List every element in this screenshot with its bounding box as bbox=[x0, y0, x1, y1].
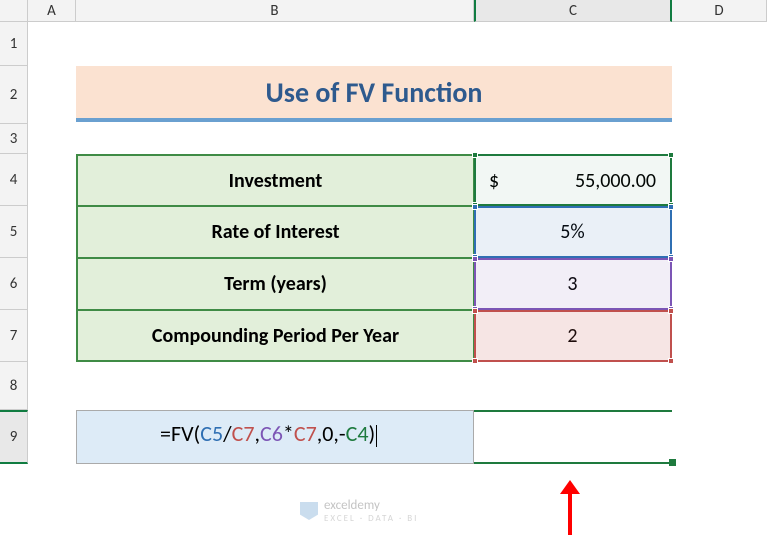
label-term[interactable]: Term (years) bbox=[76, 258, 474, 310]
select-all-corner[interactable] bbox=[0, 0, 28, 22]
label-investment[interactable]: Investment bbox=[76, 154, 474, 206]
row-header-9[interactable]: 9 bbox=[0, 410, 28, 464]
col-header-d[interactable]: D bbox=[672, 0, 767, 22]
row-header-7[interactable]: 7 bbox=[0, 310, 28, 362]
value-compounding[interactable]: 2 bbox=[474, 310, 672, 362]
col-header-c[interactable]: C bbox=[474, 0, 672, 22]
fill-handle[interactable] bbox=[669, 459, 676, 466]
row-header-5[interactable]: 5 bbox=[0, 206, 28, 258]
spreadsheet-grid: A B C D 1 2 3 4 5 6 7 8 9 Use of FV Func… bbox=[0, 0, 767, 544]
row-header-4[interactable]: 4 bbox=[0, 154, 28, 206]
text-cursor bbox=[376, 425, 377, 447]
watermark: exceldemy EXCEL · DATA · BI bbox=[300, 498, 418, 524]
value-rate[interactable]: 5% bbox=[474, 206, 672, 258]
label-compounding[interactable]: Compounding Period Per Year bbox=[76, 310, 474, 362]
title-text: Use of FV Function bbox=[266, 75, 483, 110]
arrow-line bbox=[568, 492, 572, 535]
watermark-tagline: EXCEL · DATA · BI bbox=[324, 513, 418, 524]
formula-ref-c6: C6 bbox=[260, 420, 283, 447]
formula-ref-c4: C4 bbox=[346, 420, 369, 447]
label-rate[interactable]: Rate of Interest bbox=[76, 206, 474, 258]
investment-amount: 55,000.00 bbox=[575, 169, 656, 193]
title-banner: Use of FV Function bbox=[76, 66, 672, 122]
annotation-arrow bbox=[560, 480, 580, 535]
row-header-6[interactable]: 6 bbox=[0, 258, 28, 310]
cell-c9-active[interactable] bbox=[474, 410, 672, 464]
row-header-1[interactable]: 1 bbox=[0, 22, 28, 66]
formula-prefix: =FV( bbox=[160, 420, 200, 447]
col-header-b[interactable]: B bbox=[76, 0, 474, 22]
col-header-a[interactable]: A bbox=[28, 0, 76, 22]
formula-ref-c5: C5 bbox=[200, 420, 223, 447]
formula-text[interactable]: =FV(C5/C7,C6*C7,0,-C4) bbox=[160, 420, 377, 447]
formula-sep2: ,0,- bbox=[317, 420, 346, 447]
formula-ref-c7a: C7 bbox=[232, 420, 255, 447]
row-header-2[interactable]: 2 bbox=[0, 66, 28, 124]
formula-op-mul: * bbox=[283, 420, 294, 447]
value-investment[interactable]: $ 55,000.00 bbox=[474, 154, 672, 206]
watermark-name: exceldemy bbox=[324, 498, 380, 513]
row-header-3[interactable]: 3 bbox=[0, 124, 28, 154]
currency-symbol: $ bbox=[489, 169, 499, 193]
watermark-logo-icon bbox=[300, 502, 318, 520]
row-header-8[interactable]: 8 bbox=[0, 362, 28, 410]
formula-ref-c7b: C7 bbox=[294, 420, 317, 447]
formula-suffix: ) bbox=[369, 420, 376, 447]
formula-op-div: / bbox=[223, 420, 232, 447]
value-term[interactable]: 3 bbox=[474, 258, 672, 310]
